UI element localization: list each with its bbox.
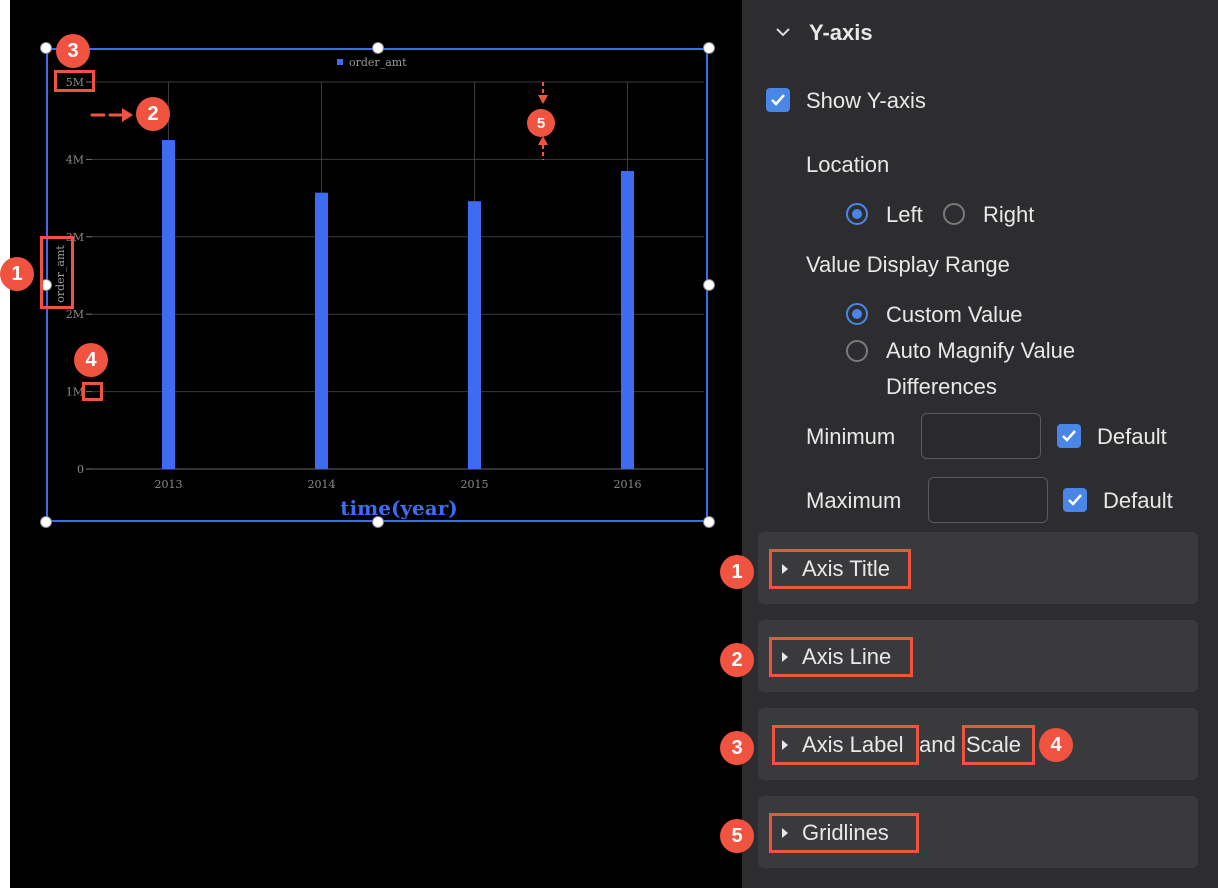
annotation-badge-1: 1 — [0, 257, 34, 291]
checkmark-icon — [1068, 494, 1082, 506]
minimum-default-label: Default — [1097, 424, 1167, 449]
checkmark-icon — [771, 94, 785, 106]
location-radio-left[interactable] — [846, 203, 868, 225]
minimum-default-checkbox[interactable] — [1057, 424, 1081, 448]
show-y-axis-label: Show Y-axis — [806, 88, 926, 113]
range-option-auto-line2: Differences — [886, 374, 997, 399]
annotation-box-gridlines-section — [769, 813, 919, 853]
annotation-box-axis-label-section — [772, 725, 919, 765]
range-radio-auto[interactable] — [846, 340, 868, 362]
section-label-and: and — [919, 732, 956, 757]
range-option-auto-line1: Auto Magnify Value — [886, 338, 1076, 363]
annotation-box-axis-title-section — [769, 549, 911, 589]
chevron-down-icon[interactable] — [775, 26, 791, 38]
maximum-default-checkbox[interactable] — [1063, 488, 1087, 512]
location-option-right: Right — [983, 202, 1035, 227]
annotation-badge-4: 4 — [1039, 728, 1073, 762]
maximum-default-label: Default — [1103, 488, 1173, 513]
annotation-badge-5: 5 — [720, 819, 754, 853]
annotation-badge-1: 1 — [720, 555, 754, 589]
minimum-label: Minimum — [806, 424, 896, 449]
minimum-input[interactable] — [921, 413, 1041, 459]
annotation-box-axis-line-section — [769, 637, 913, 677]
annotation-badge-2: 2 — [720, 643, 754, 677]
value-range-label: Value Display Range — [806, 252, 1010, 277]
section-title-y-axis[interactable]: Y-axis — [809, 20, 873, 46]
annotation-arrows — [90, 82, 548, 160]
range-radio-custom[interactable] — [846, 303, 868, 325]
location-label: Location — [806, 152, 890, 177]
resize-handle-bottom-right[interactable] — [703, 516, 715, 528]
location-radio-right[interactable] — [943, 203, 965, 225]
resize-handle-bottom[interactable] — [372, 516, 384, 528]
maximum-label: Maximum — [806, 488, 902, 513]
property-panel: Y-axis Show Y-axis Location Left Right V… — [742, 0, 1218, 888]
annotation-box-axis-title — [40, 236, 74, 309]
resize-handle-bottom-left[interactable] — [40, 516, 52, 528]
location-option-left: Left — [886, 202, 923, 227]
annotation-badge-4: 4 — [74, 343, 108, 377]
show-y-axis-checkbox[interactable] — [766, 88, 790, 112]
annotation-box-scale — [82, 382, 103, 401]
range-option-custom: Custom Value — [886, 302, 1023, 327]
checkmark-icon — [1062, 430, 1076, 442]
annotation-box-scale-section — [962, 725, 1035, 765]
maximum-input[interactable] — [928, 477, 1048, 523]
resize-handle-right[interactable] — [703, 279, 715, 291]
annotation-badge-3: 3 — [720, 731, 754, 765]
